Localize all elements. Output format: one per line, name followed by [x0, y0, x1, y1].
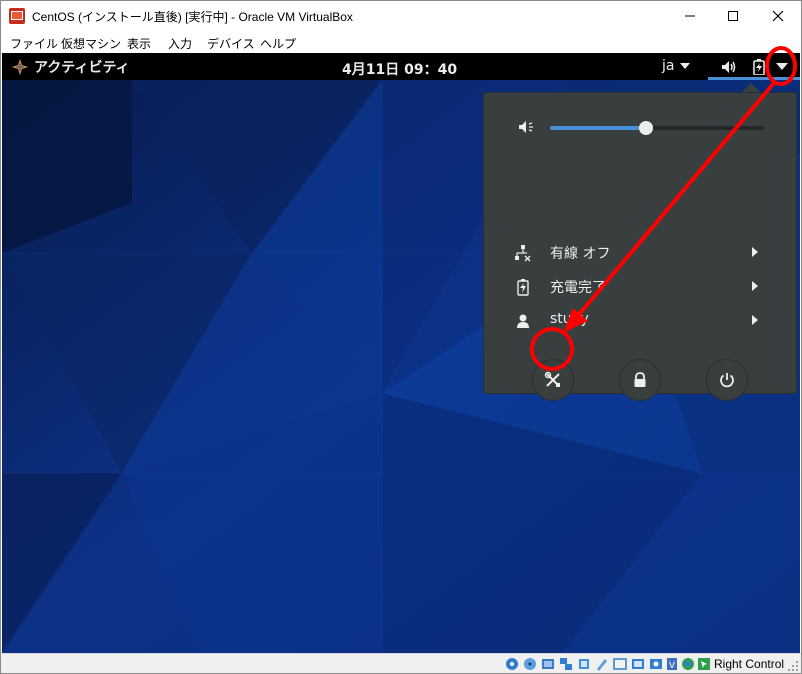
activities-label: アクティビティ [34, 59, 130, 76]
chevron-down-icon [680, 63, 691, 69]
volume-indicator[interactable] [718, 53, 740, 80]
settings-button[interactable] [532, 359, 574, 401]
menu-help[interactable]: ヘルプ [260, 35, 296, 52]
active-indicator-underline [708, 77, 800, 80]
display-icon[interactable] [613, 657, 627, 671]
guest-display[interactable]: アクティビティ 4月11日 09：40 ja 有線 オフ 充電完了 study [2, 53, 800, 653]
activities-button[interactable]: アクティビティ [12, 53, 130, 80]
user-label: study [550, 311, 589, 327]
network-row[interactable]: 有線 オフ [484, 236, 796, 270]
gnome-top-bar: アクティビティ 4月11日 09：40 ja [2, 53, 800, 80]
menu-bar: ファイル 仮想マシン 表示 入力 デバイス ヘルプ [1, 31, 801, 53]
resize-grip-icon[interactable] [787, 660, 799, 672]
battery-row[interactable]: 充電完了 [484, 270, 796, 304]
menu-view[interactable]: 表示 [127, 35, 151, 52]
status-bar: V Right Control [1, 653, 801, 673]
chevron-right-icon [752, 247, 758, 257]
minimize-button[interactable] [667, 1, 713, 31]
lock-button[interactable] [619, 359, 661, 401]
minimize-icon [685, 15, 695, 17]
audio-icon[interactable] [541, 657, 555, 671]
settings-icon [544, 371, 560, 387]
shared-folders-icon[interactable] [595, 657, 609, 671]
hard-disk-icon[interactable] [505, 657, 519, 671]
recording-icon[interactable] [649, 657, 663, 671]
menu-file[interactable]: ファイル [10, 35, 58, 52]
wired-network-off-icon [515, 245, 531, 262]
optical-drive-icon[interactable] [523, 657, 537, 671]
guest-additions-icon[interactable] [681, 657, 695, 671]
host-key-label[interactable]: Right Control [714, 657, 784, 671]
close-icon [772, 10, 784, 22]
svg-text:V: V [669, 661, 676, 671]
chevron-right-icon [752, 281, 758, 291]
volume-slider-knob[interactable] [639, 121, 654, 135]
maximize-button[interactable] [710, 1, 756, 31]
input-method-indicator[interactable]: ja [662, 58, 691, 74]
maximize-icon [728, 11, 738, 21]
power-icon [720, 373, 734, 388]
input-method-label: ja [662, 58, 675, 74]
user-icon [517, 314, 529, 328]
title-bar[interactable]: CentOS (インストール直後) [実行中] - Oracle VM Virt… [1, 1, 801, 31]
volume-icon [722, 60, 736, 73]
usb-icon[interactable] [577, 657, 591, 671]
clock[interactable]: 4月11日 09：40 [342, 59, 457, 79]
system-menu-button[interactable] [772, 53, 792, 80]
system-menu-popup: 有線 オフ 充電完了 study [483, 92, 797, 401]
network-adapter-icon[interactable] [559, 657, 573, 671]
popup-pointer [742, 83, 760, 92]
window-title: CentOS (インストール直後) [実行中] - Oracle VM Virt… [32, 10, 353, 24]
volume-slider[interactable] [550, 121, 764, 135]
battery-icon [753, 58, 765, 75]
user-row[interactable]: study [484, 304, 796, 338]
video-capture-icon[interactable] [631, 657, 645, 671]
menu-input[interactable]: 入力 [168, 35, 192, 52]
volume-slider-fill [550, 126, 647, 130]
close-button[interactable] [755, 1, 801, 31]
menu-machine[interactable]: 仮想マシン [61, 35, 121, 52]
virtualbox-window: CentOS (インストール直後) [実行中] - Oracle VM Virt… [0, 0, 802, 674]
battery-label: 充電完了 [550, 280, 606, 296]
network-label: 有線 オフ [550, 246, 611, 262]
battery-charged-icon [517, 279, 529, 296]
volume-low-icon [519, 121, 533, 133]
power-button[interactable] [706, 359, 748, 401]
battery-indicator[interactable] [750, 53, 768, 80]
menu-devices[interactable]: デバイス [207, 35, 255, 52]
chevron-right-icon [752, 315, 758, 325]
system-menu-arrow-icon [776, 63, 788, 70]
mouse-integration-icon[interactable] [697, 657, 711, 671]
centos-logo-icon [12, 58, 28, 75]
virtualization-icon[interactable]: V [665, 657, 679, 671]
lock-icon [634, 372, 646, 387]
virtualbox-app-icon [9, 8, 25, 24]
